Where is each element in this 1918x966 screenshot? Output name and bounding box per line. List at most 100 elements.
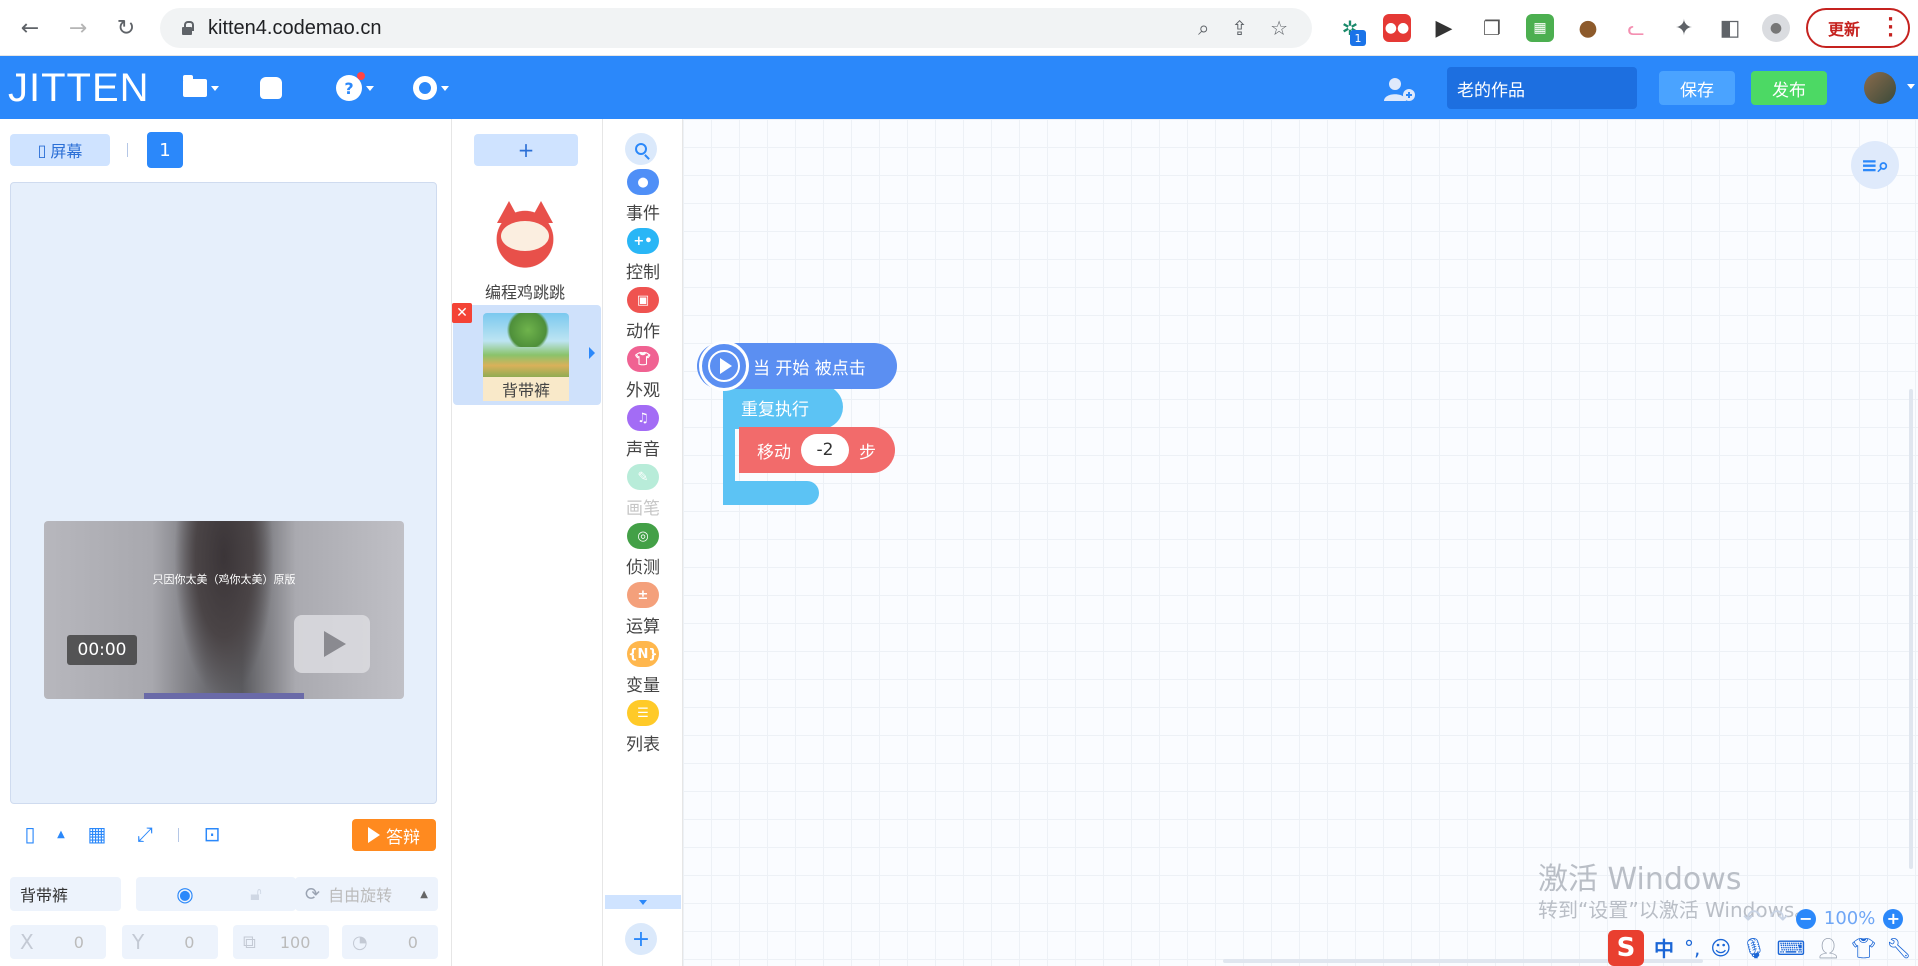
punctuation-icon[interactable]: °,	[1684, 936, 1700, 960]
category-label: 侦测	[626, 558, 660, 578]
settings-menu[interactable]	[413, 74, 449, 102]
zoom-in-icon[interactable]: +	[1883, 908, 1904, 929]
help-menu[interactable]: ?	[336, 72, 374, 102]
category-item[interactable]: {N} 变量	[603, 641, 683, 696]
extension-play-icon[interactable]: ▶	[1430, 14, 1458, 42]
extension-grid-icon[interactable]: ▦	[1526, 14, 1554, 42]
x-input[interactable]: X 0	[10, 925, 106, 959]
y-input[interactable]: Y 0	[122, 925, 218, 959]
save-button[interactable]: 保存	[1659, 71, 1735, 105]
block-search-button[interactable]	[625, 133, 657, 165]
add-collaborator-icon[interactable]	[1383, 76, 1417, 102]
extensions-puzzle-icon[interactable]: ✦	[1670, 14, 1698, 42]
side-panel-icon[interactable]: ◧	[1716, 14, 1744, 42]
repeat-block-bottom	[723, 481, 819, 505]
sogou-ime-icon[interactable]: S	[1608, 929, 1644, 966]
wrench-icon[interactable]: 🔧︎	[1886, 936, 1911, 960]
move-block-unit: 步	[859, 442, 876, 463]
direction-input[interactable]: ◔ 0	[342, 925, 438, 959]
user-avatar[interactable]	[1864, 72, 1896, 104]
move-steps-input[interactable]: -2	[801, 434, 849, 466]
categories-scroll-down[interactable]	[605, 895, 681, 909]
repeat-block-label: 重复执行	[741, 399, 809, 420]
extension-cat-icon[interactable]: ᓚ	[1622, 14, 1650, 42]
position-row: X 0 Y 0 ⧉ 100 ◔ 0	[0, 925, 452, 965]
file-menu[interactable]	[183, 74, 219, 102]
tv-play-icon[interactable]	[294, 615, 370, 673]
lock-toggle[interactable]: 🔓︎	[216, 877, 296, 911]
zoom-out-icon[interactable]: −	[1795, 908, 1816, 929]
category-icon: +•	[627, 228, 659, 254]
category-item[interactable]: ♫ 声音	[603, 405, 683, 460]
skin-shirt-icon[interactable]: 👕︎	[1851, 936, 1876, 960]
eye-icon: ◉	[176, 882, 194, 906]
vertical-scrollbar[interactable]	[1909, 389, 1913, 869]
video-player[interactable]: 只因你太美（鸡你太美）原版 00:00	[44, 521, 404, 699]
x-label: X	[20, 930, 34, 954]
ime-mode[interactable]: 中	[1654, 933, 1674, 962]
category-item[interactable]: ● 事件	[603, 169, 683, 224]
menu-dots-icon[interactable]: · · ·	[1887, 11, 1894, 45]
chevron-down-icon	[211, 85, 219, 91]
back-arrow-icon[interactable]: ←	[14, 12, 46, 44]
category-item[interactable]: 👕︎ 外观	[603, 346, 683, 401]
stage-canvas[interactable]	[10, 182, 437, 804]
app-logo: JITTEN	[8, 66, 150, 110]
extension-copy-icon[interactable]: ❐	[1478, 14, 1506, 42]
screen-tab-1[interactable]: 1	[147, 132, 183, 168]
chevron-right-icon[interactable]	[589, 347, 595, 359]
sprite-name-input[interactable]: 背带裤	[10, 877, 121, 911]
extension-red-icon[interactable]: ●●	[1383, 14, 1411, 42]
repeat-forever-block[interactable]: 重复执行	[723, 385, 843, 429]
sprite-list-panel: + 编程鸡跳跳 ✕ 背带裤	[452, 119, 603, 966]
keyboard-icon[interactable]: ⌨	[1777, 936, 1806, 960]
user-icon[interactable]: 👤︎	[1815, 936, 1840, 960]
backpack-button[interactable]	[260, 74, 282, 102]
share-icon[interactable]: ⇪	[1231, 16, 1248, 40]
workspace-search-icon[interactable]: ≡⌕	[1851, 141, 1899, 189]
sprite-item-selected[interactable]: ✕ 背带裤	[452, 303, 601, 405]
reload-icon[interactable]: ↻	[110, 12, 142, 44]
grid-icon[interactable]: ▦	[84, 821, 110, 847]
microphone-icon[interactable]: 🎙︎	[1741, 936, 1766, 960]
cat-sprite-thumbnail	[483, 193, 567, 277]
category-item[interactable]: ✎ 画笔	[603, 464, 683, 519]
undo-icon[interactable]: ↶	[1743, 906, 1761, 931]
forward-arrow-icon[interactable]: →	[62, 12, 94, 44]
code-workspace[interactable]: ≡⌕ 重复执行 移动 -2 步 当 开始 被点击 激活 Windows 转到“设…	[683, 119, 1918, 966]
category-item[interactable]: ± 运算	[603, 582, 683, 637]
when-start-clicked-block[interactable]: 当 开始 被点击	[697, 341, 897, 391]
rotation-mode-select[interactable]: ⟳ 自由旋转 ▲	[295, 877, 438, 911]
add-extension-button[interactable]: +	[625, 923, 657, 955]
zoom-icon[interactable]: ⌕	[1198, 16, 1209, 40]
size-input[interactable]: ⧉ 100	[233, 925, 329, 959]
update-button[interactable]: 更新 · · ·	[1806, 8, 1910, 48]
unlock-icon: 🔓︎	[250, 883, 262, 905]
sprite-item-label: 背带裤	[483, 377, 569, 401]
screen-button[interactable]: ▯ 屏幕	[10, 134, 110, 166]
app-topbar: JITTEN ? 老的作品 保存 发布	[0, 56, 1918, 119]
sprite-item[interactable]: 编程鸡跳跳	[472, 193, 578, 303]
address-bar[interactable]: kitten4.codemao.cn ⌕ ⇪ ☆	[160, 8, 1312, 48]
project-name-input[interactable]: 老的作品	[1447, 67, 1637, 109]
emoji-icon[interactable]: ☺	[1710, 936, 1731, 960]
redo-icon[interactable]: ↷	[1769, 906, 1787, 931]
chevron-up-icon[interactable]: ▲	[48, 821, 74, 847]
fullscreen-icon[interactable]: ⤢	[132, 821, 158, 847]
bookmark-star-icon[interactable]: ☆	[1270, 16, 1288, 40]
profile-icon[interactable]: ●	[1762, 14, 1790, 42]
chevron-down-icon[interactable]	[1907, 84, 1915, 89]
run-button[interactable]: 答辩	[352, 819, 436, 851]
category-item[interactable]: ▣ 动作	[603, 287, 683, 342]
delete-sprite-icon[interactable]: ✕	[452, 303, 472, 323]
category-item[interactable]: ☰ 列表	[603, 700, 683, 755]
category-item[interactable]: ◎ 侦测	[603, 523, 683, 578]
add-sprite-button[interactable]: +	[474, 134, 578, 166]
publish-button[interactable]: 发布	[1751, 71, 1827, 105]
category-item[interactable]: +• 控制	[603, 228, 683, 283]
extension-cookie-icon[interactable]: ●	[1574, 14, 1602, 42]
device-portrait-icon[interactable]: ▯	[17, 821, 43, 847]
move-steps-block[interactable]: 移动 -2 步	[739, 427, 895, 473]
chevron-down-icon	[441, 85, 449, 91]
play-screen-icon[interactable]: ⊡	[199, 821, 225, 847]
